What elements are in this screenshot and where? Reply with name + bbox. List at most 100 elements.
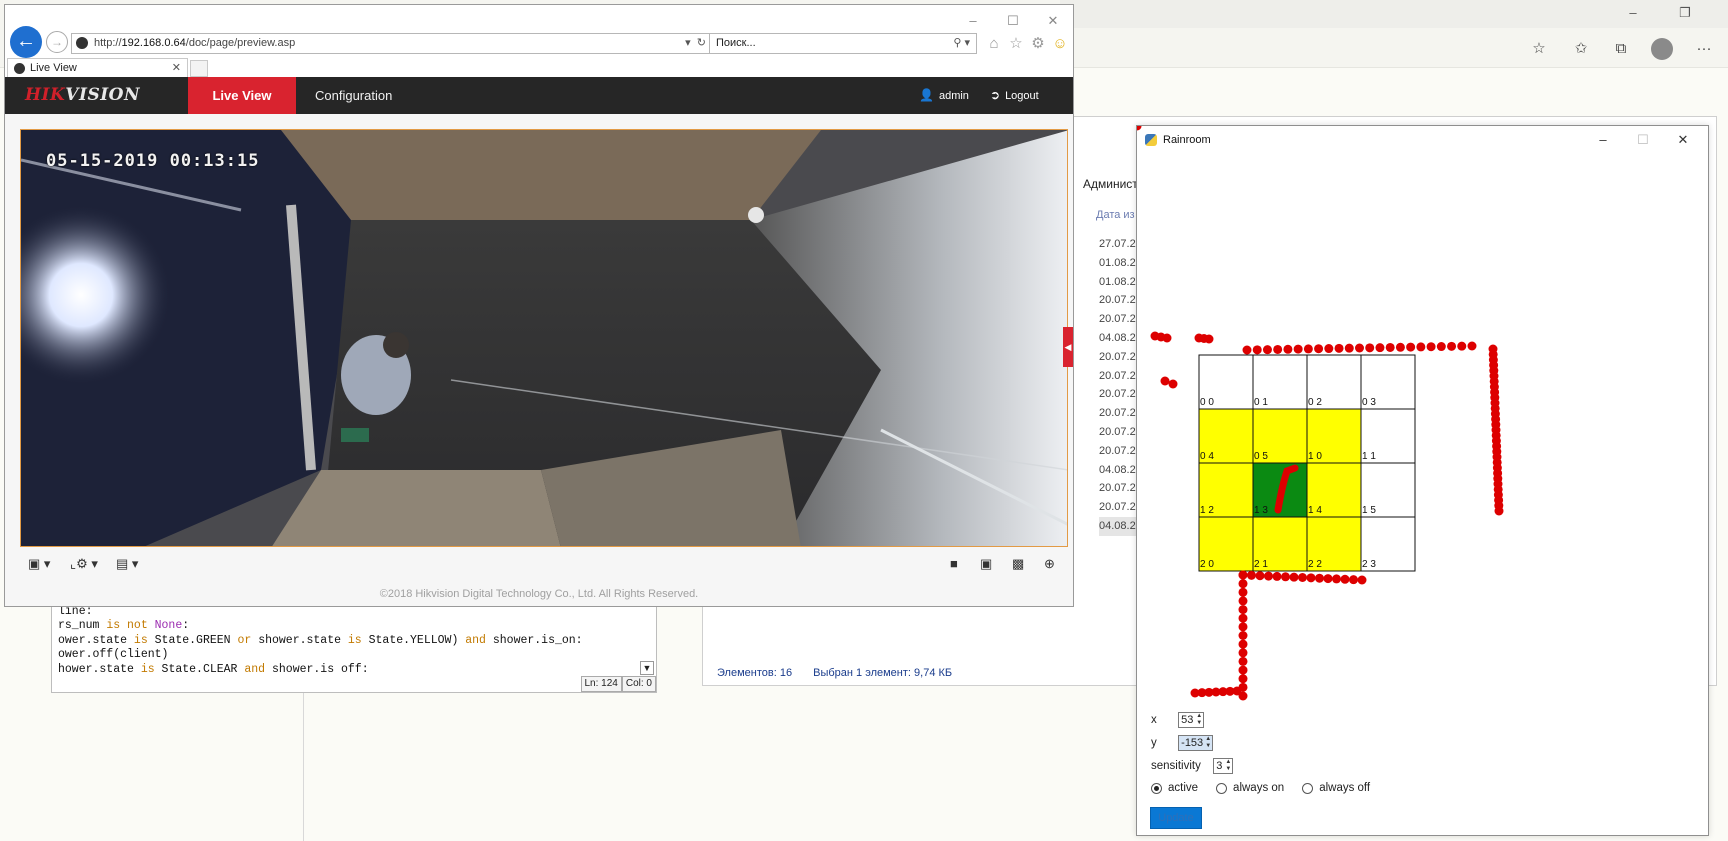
- back-button[interactable]: ←: [10, 26, 42, 58]
- track-point: [1298, 573, 1307, 582]
- refresh-icon[interactable]: ▾ ↻: [685, 34, 706, 53]
- forward-button[interactable]: →: [46, 31, 68, 53]
- collapse-panel-icon[interactable]: ◀: [1063, 327, 1073, 367]
- code-line[interactable]: hower.state is State.CLEAR and shower.is…: [58, 663, 656, 677]
- grid-cell-label: 1 2: [1200, 505, 1214, 516]
- user-menu[interactable]: 👤 admin: [919, 77, 969, 114]
- grid-cell-label: 0 2: [1308, 397, 1322, 408]
- sensitivity-label: sensitivity: [1151, 760, 1201, 773]
- y-label: y: [1151, 737, 1157, 750]
- code-token: ower.off(client): [58, 648, 169, 662]
- user-icon: 👤: [919, 88, 934, 102]
- url-host: 192.168.0.64: [121, 37, 186, 49]
- track-point: [1314, 344, 1324, 354]
- profile-avatar[interactable]: [1651, 38, 1673, 60]
- collections-icon[interactable]: ⧉: [1607, 36, 1635, 62]
- track-point: [1262, 345, 1272, 355]
- mode-always-on-radio[interactable]: always on: [1216, 782, 1284, 794]
- logout-button[interactable]: ➲ Logout: [990, 77, 1039, 114]
- favorites-star-icon[interactable]: ☆: [1005, 33, 1027, 55]
- code-text[interactable]: line: rs_num is not None: ower.state is St…: [52, 599, 656, 677]
- track-point: [1436, 342, 1446, 352]
- close-icon[interactable]: ✕: [1715, 0, 1728, 26]
- mode-always-off-radio[interactable]: always off: [1302, 782, 1370, 794]
- stream-type-icon[interactable]: ⌞⚙ ▾: [70, 554, 98, 574]
- code-token: hower.state: [58, 662, 141, 676]
- track-point: [1264, 571, 1273, 581]
- more-icon[interactable]: ···: [1690, 36, 1718, 62]
- track-point: [1160, 376, 1170, 386]
- track-point: [1238, 639, 1248, 649]
- radio-selected-icon[interactable]: [1151, 782, 1162, 794]
- capture-icon[interactable]: ▣: [980, 554, 992, 574]
- update-button[interactable]: Update: [1150, 807, 1202, 829]
- column-number: Col: 0: [621, 676, 656, 692]
- code-line[interactable]: ower.state is State.GREEN or shower.stat…: [58, 634, 656, 648]
- logo-vision: VISION: [65, 85, 141, 105]
- grid-cell-label: 2 3: [1362, 559, 1376, 570]
- window-layout-icon[interactable]: ▣ ▾: [28, 554, 50, 574]
- new-tab-button[interactable]: [190, 60, 208, 77]
- radio-icon[interactable]: [1216, 782, 1228, 794]
- track-point: [1324, 344, 1334, 354]
- smiley-feedback-icon[interactable]: ☺: [1049, 33, 1071, 55]
- home-icon[interactable]: ⌂: [983, 33, 1005, 55]
- gear-icon[interactable]: ⚙: [1027, 33, 1049, 55]
- code-line[interactable]: rs_num is not None:: [58, 619, 656, 633]
- grid-cell-label: 1 1: [1362, 451, 1376, 462]
- spin-arrows-icon[interactable]: ▲ ▼: [1205, 736, 1211, 750]
- track-point: [1238, 570, 1248, 580]
- track-point: [1426, 342, 1436, 352]
- y-stepper[interactable]: -153 ▲ ▼: [1178, 735, 1214, 751]
- address-bar[interactable]: http://192.168.0.64/doc/page/preview.asp…: [71, 33, 711, 54]
- tab-live-view-nav[interactable]: Live View: [188, 77, 296, 114]
- track-point: [1238, 648, 1248, 658]
- mode-active-radio[interactable]: active: [1151, 782, 1198, 794]
- track-point: [1416, 342, 1426, 352]
- track-point: [1283, 344, 1293, 354]
- record-icon[interactable]: ▩: [1012, 554, 1024, 574]
- track-point: [1344, 343, 1354, 353]
- code-editor[interactable]: line: rs_num is not None: ower.state is St…: [51, 598, 657, 693]
- code-token: State.YELLOW): [368, 633, 466, 647]
- copyright-footer: ©2018 Hikvision Digital Technology Co., …: [379, 588, 699, 600]
- tab-close-icon[interactable]: ✕: [172, 59, 181, 78]
- track-point: [1293, 344, 1303, 354]
- spin-arrows-icon[interactable]: ▲ ▼: [1196, 713, 1202, 727]
- mode-label: always on: [1233, 782, 1285, 794]
- track-point: [1238, 674, 1248, 684]
- x-row: x 53 ▲ ▼: [1151, 712, 1205, 728]
- scroll-down-icon[interactable]: ▼: [640, 661, 654, 675]
- x-value: 53: [1181, 714, 1194, 726]
- search-input[interactable]: Поиск... ⚲ ▾: [709, 33, 977, 54]
- close-icon[interactable]: ✕: [1035, 11, 1071, 31]
- minimize-icon[interactable]: –: [955, 11, 991, 31]
- plugin-icon[interactable]: ▤ ▾: [116, 554, 138, 574]
- code-line[interactable]: ower.off(client): [58, 648, 656, 662]
- maximize-icon[interactable]: ☐: [995, 11, 1031, 31]
- rain-grid-canvas[interactable]: 0 00 10 20 30 40 51 01 11 21 31 41 52 02…: [1137, 126, 1710, 837]
- code-line[interactable]: line:: [58, 605, 656, 619]
- favorites-list-icon[interactable]: ✩: [1567, 36, 1595, 62]
- minimize-icon[interactable]: –: [1610, 0, 1656, 26]
- x-stepper[interactable]: 53 ▲ ▼: [1178, 712, 1205, 728]
- zoom-in-icon[interactable]: ⊕: [1044, 554, 1055, 574]
- restore-icon[interactable]: ❐: [1662, 0, 1708, 26]
- track-point: [1273, 344, 1283, 354]
- status-bar: Элементов: 16 Выбран 1 элемент: 9,74 КБ: [717, 667, 970, 679]
- tab-title: Live View: [30, 62, 77, 74]
- column-header-date[interactable]: Дата из: [1096, 209, 1135, 221]
- search-icon[interactable]: ⚲ ▾: [953, 34, 970, 53]
- favorite-star-icon[interactable]: ☆: [1525, 36, 1553, 62]
- tab-configuration[interactable]: Configuration: [315, 77, 392, 114]
- track-point: [1385, 342, 1395, 352]
- sensitivity-stepper[interactable]: 3 ▲ ▼: [1213, 758, 1234, 774]
- spin-arrows-icon[interactable]: ▲ ▼: [1225, 759, 1231, 773]
- camera-video-feed[interactable]: 05-15-2019 00:13:15: [20, 129, 1068, 547]
- sensitivity-value: 3: [1216, 760, 1223, 772]
- radio-icon[interactable]: [1302, 782, 1314, 794]
- logo-hik: HIK: [25, 85, 66, 105]
- tab-live-view[interactable]: Live View ✕: [7, 58, 188, 78]
- stop-all-icon[interactable]: ■: [950, 554, 958, 574]
- code-token: is: [347, 633, 369, 647]
